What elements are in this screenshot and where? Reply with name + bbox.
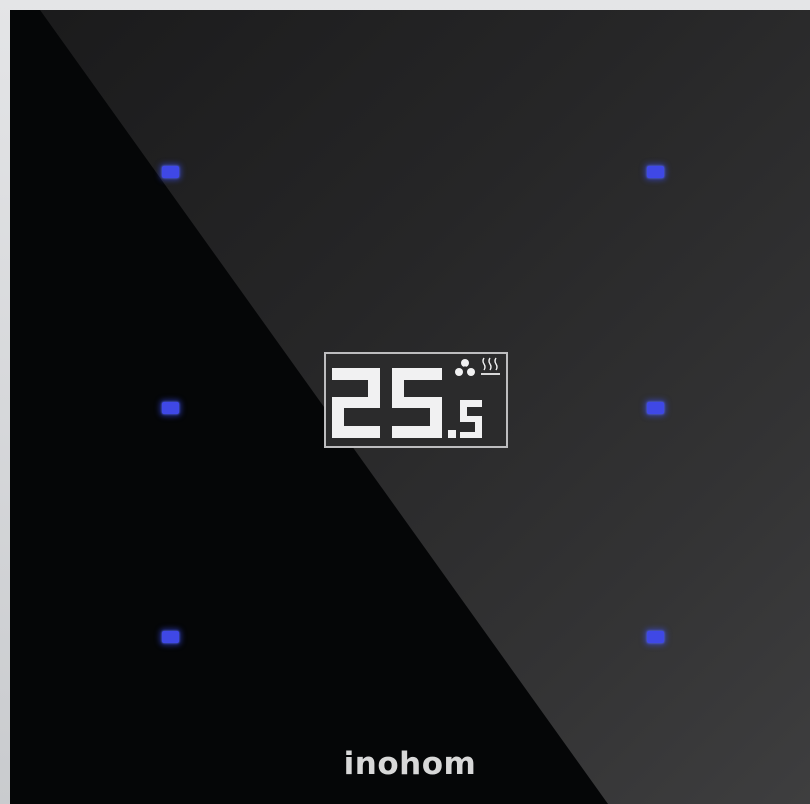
digit-5	[392, 368, 442, 438]
segment-digits	[326, 354, 506, 446]
touch-button-bottom-right[interactable]	[647, 631, 664, 643]
touch-button-top-right[interactable]	[647, 166, 664, 178]
digit-2	[332, 368, 380, 438]
touch-button-middle-left[interactable]	[162, 402, 179, 414]
touch-button-bottom-left[interactable]	[162, 631, 179, 643]
decimal-point	[448, 430, 456, 438]
temperature-display: 25 .5	[324, 352, 508, 448]
switch-frame: 25 .5	[0, 0, 810, 804]
brand-logo: inohom	[343, 746, 477, 782]
glass-touch-panel: 25 .5	[10, 10, 810, 804]
touch-button-middle-right[interactable]	[647, 402, 664, 414]
digit-5-small	[460, 400, 482, 438]
touch-button-top-left[interactable]	[162, 166, 179, 178]
